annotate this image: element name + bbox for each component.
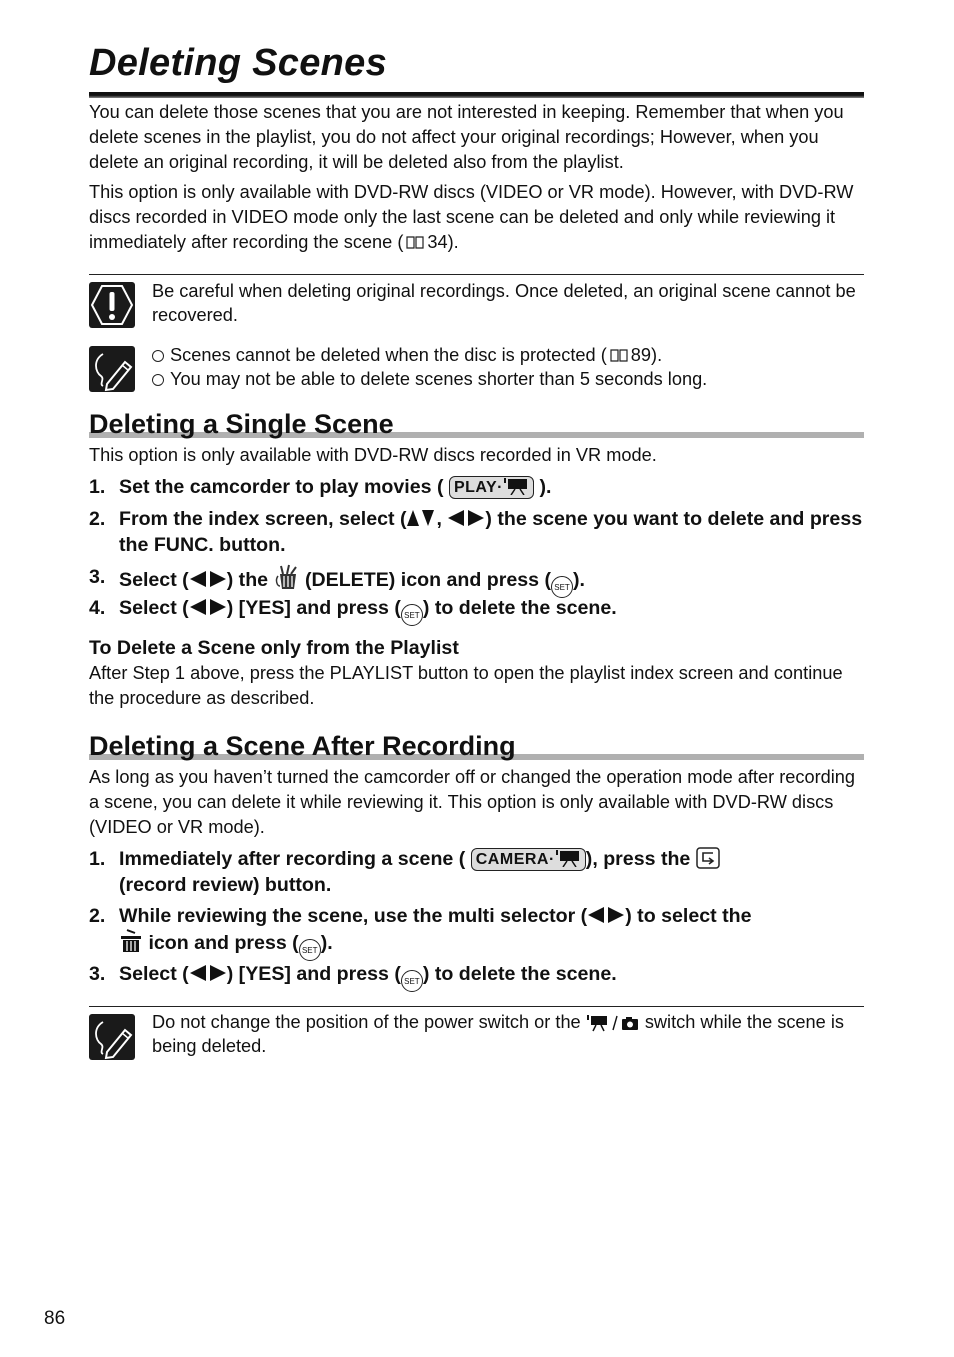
caution-icon	[89, 282, 135, 328]
intro-paragraph-2: This option is only available with DVD-R…	[89, 182, 854, 252]
subheading-playlist: To Delete a Scene only from the Playlist	[89, 637, 459, 659]
playlist-instructions: After Step 1 above, press the PLAYLIST b…	[89, 663, 843, 708]
caution-text: Be careful when deleting original record…	[152, 281, 856, 325]
movie-camera-icon	[555, 850, 579, 868]
up-down-arrows-icon	[407, 510, 435, 526]
set-button-icon: SET	[400, 604, 423, 626]
caution-rule	[89, 274, 864, 275]
book-reference-icon	[406, 236, 424, 249]
power-switch-note: Do not change the position of the power …	[152, 1012, 844, 1056]
left-right-arrows-icon	[189, 599, 226, 615]
note-pencil-icon	[89, 346, 135, 392]
page-reference[interactable]: 89	[631, 345, 651, 365]
intro-paragraph-1: You can delete those scenes that you are…	[89, 102, 844, 172]
bullet-icon	[152, 374, 164, 386]
section-heading-single-scene: Deleting a Single Scene	[89, 409, 394, 439]
note-pencil-icon	[89, 1014, 135, 1060]
left-right-arrows-icon	[588, 907, 625, 923]
bullet-icon	[152, 350, 164, 362]
page-title: Deleting Scenes	[89, 42, 388, 84]
movie-photo-switch-icon	[586, 1015, 638, 1032]
set-button-icon: SET	[298, 939, 321, 961]
set-button-icon: SET	[400, 970, 423, 992]
intro-text: This option is only available with DVD-R…	[89, 182, 854, 252]
book-reference-icon	[610, 349, 628, 362]
section-heading-after-recording: Deleting a Scene After Recording	[89, 731, 516, 761]
movie-camera-icon	[503, 478, 527, 496]
title-rule	[89, 92, 864, 98]
note-item: You may not be able to delete scenes sho…	[152, 367, 864, 391]
camera-movie-mode-icon: CAMERA·	[470, 848, 586, 871]
page-number: 86	[44, 1308, 66, 1329]
section1-intro: This option is only available with DVD-R…	[89, 445, 657, 465]
left-right-arrows-icon	[448, 510, 485, 526]
delete-menu-icon	[275, 564, 297, 589]
left-right-arrows-icon	[189, 571, 226, 587]
record-review-icon	[696, 847, 720, 869]
trash-icon	[121, 929, 141, 952]
section2-intro: As long as you haven’t turned the camcor…	[89, 767, 856, 837]
notes-list: Scenes cannot be deleted when the disc i…	[152, 343, 864, 391]
left-right-arrows-icon	[189, 965, 226, 981]
play-movie-mode-icon: PLAY·	[448, 476, 534, 499]
page-reference[interactable]: 34	[427, 232, 447, 252]
notes-rule	[89, 1006, 864, 1007]
note-item: Scenes cannot be deleted when the disc i…	[152, 343, 864, 367]
